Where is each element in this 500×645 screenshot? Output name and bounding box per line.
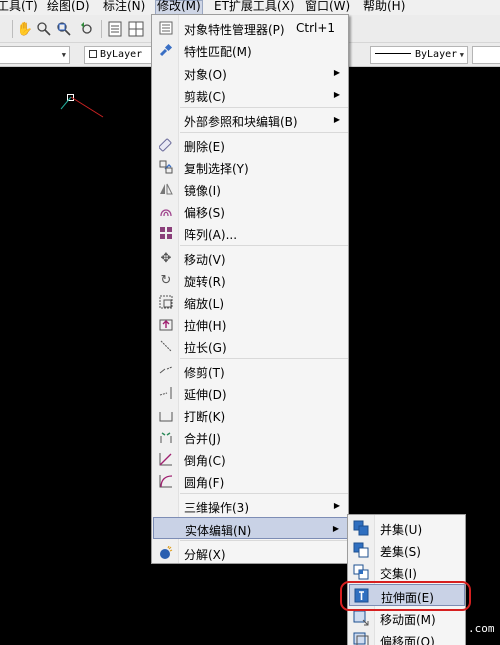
menu-separator	[180, 540, 348, 541]
menu-item-copy-selection[interactable]: 复制选择(Y)	[153, 156, 348, 178]
menu-separator	[180, 358, 348, 359]
solid-editing-submenu: 并集(U) 差集(S) 交集(I) 拉伸面(E) 移动面(M) 偏移面(O)	[347, 514, 466, 645]
menu-item-solid-editing[interactable]: 实体编辑(N) ▶	[153, 517, 348, 539]
intersect-icon	[353, 564, 369, 580]
properties-manager-icon	[158, 20, 174, 36]
menu-item-chamfer[interactable]: 倒角(C)	[153, 448, 348, 470]
watermark-text: .com	[468, 622, 495, 635]
brush-icon	[158, 42, 174, 58]
eraser-icon	[158, 137, 174, 153]
design-center-icon[interactable]	[127, 20, 145, 38]
rotate-icon: ↻	[160, 272, 172, 288]
properties-icon[interactable]	[106, 20, 124, 38]
color-value: ByLayer	[100, 49, 143, 60]
break-icon	[158, 407, 174, 423]
zoom-realtime-icon[interactable]	[35, 20, 53, 38]
fillet-icon	[158, 473, 174, 489]
move-icon: ✥	[160, 250, 172, 266]
menu-item-array[interactable]: 阵列(A)...	[153, 222, 348, 244]
menu-item-stretch[interactable]: 拉伸(H)	[153, 313, 348, 335]
lengthen-icon	[158, 338, 174, 354]
menu-item-erase[interactable]: 删除(E)	[153, 134, 348, 156]
chamfer-icon	[158, 451, 174, 467]
subtract-icon	[353, 542, 369, 558]
menu-item-join[interactable]: 合并(J)	[153, 426, 348, 448]
submenu-arrow-icon: ▶	[333, 501, 340, 510]
menu-item-move[interactable]: ✥ 移动(V)	[153, 247, 348, 269]
menu-item-lengthen[interactable]: 拉长(G)	[153, 335, 348, 357]
submenu-item-offset-faces[interactable]: 偏移面(O)	[349, 629, 465, 645]
menu-item-3d-operations[interactable]: 三维操作(3) ▶	[153, 495, 348, 517]
menu-help[interactable]: 帮助(H)	[362, 0, 406, 15]
ucs-axis-icon	[60, 96, 104, 118]
submenu-arrow-icon: ▶	[333, 115, 340, 124]
menu-separator	[180, 245, 348, 246]
layer-dropdown[interactable]: ▼	[0, 46, 70, 64]
menu-item-scale[interactable]: 缩放(L)	[153, 291, 348, 313]
menu-separator	[180, 132, 348, 133]
submenu-item-subtract[interactable]: 差集(S)	[349, 539, 465, 561]
menu-item-extend[interactable]: 延伸(D)	[153, 382, 348, 404]
scale-icon	[158, 294, 174, 310]
mirror-icon	[158, 181, 174, 197]
menu-separator	[180, 493, 348, 494]
linetype-value: ByLayer	[415, 49, 458, 60]
trim-icon	[158, 363, 174, 379]
pan-icon[interactable]: ✋	[16, 20, 34, 38]
color-swatch-icon	[89, 50, 97, 58]
modify-menu: 对象特性管理器(P) Ctrl+1 特性匹配(M) 对象(O) ▶ 剪裁(C) …	[151, 14, 349, 564]
menu-item-trim[interactable]: 修剪(T)	[153, 360, 348, 382]
menu-bar: 工具(T) 绘图(D) 标注(N) 修改(M) ET扩展工具(X) 窗口(W) …	[0, 0, 500, 15]
copy-icon	[158, 159, 174, 175]
zoom-previous-icon[interactable]	[78, 20, 96, 38]
menu-draw[interactable]: 绘图(D)	[46, 0, 91, 15]
stretch-icon	[158, 316, 174, 332]
menu-item-match-properties[interactable]: 特性匹配(M)	[153, 39, 348, 61]
menu-et-extension[interactable]: ET扩展工具(X)	[213, 0, 296, 15]
menu-tools[interactable]: 工具(T)	[0, 0, 39, 15]
submenu-arrow-icon: ▶	[333, 68, 340, 77]
menu-item-properties-manager[interactable]: 对象特性管理器(P) Ctrl+1	[153, 17, 348, 39]
menu-item-offset[interactable]: 偏移(S)	[153, 200, 348, 222]
lineweight-dropdown[interactable]	[472, 46, 500, 64]
menu-dimension[interactable]: 标注(N)	[102, 0, 146, 15]
submenu-item-intersect[interactable]: 交集(I)	[349, 561, 465, 583]
offset-icon	[158, 203, 174, 219]
linetype-dropdown[interactable]: ByLayer ▼	[370, 46, 468, 64]
submenu-arrow-icon: ▶	[332, 524, 339, 533]
menu-item-explode[interactable]: 分解(X)	[153, 542, 348, 564]
menu-item-rotate[interactable]: ↻ 旋转(R)	[153, 269, 348, 291]
join-icon	[158, 429, 174, 445]
zoom-window-icon[interactable]	[55, 20, 73, 38]
array-icon	[158, 225, 174, 241]
menu-window[interactable]: 窗口(W)	[304, 0, 351, 15]
annotation-highlight-ring	[340, 581, 471, 611]
menu-item-mirror[interactable]: 镜像(I)	[153, 178, 348, 200]
line-sample-icon	[375, 53, 411, 54]
submenu-item-union[interactable]: 并集(U)	[349, 517, 465, 539]
menu-item-break[interactable]: 打断(K)	[153, 404, 348, 426]
menu-item-clip[interactable]: 剪裁(C) ▶	[153, 84, 348, 106]
extend-icon	[158, 385, 174, 401]
union-icon	[353, 520, 369, 536]
menu-item-xref-block-edit[interactable]: 外部参照和块编辑(B) ▶	[153, 109, 348, 131]
color-dropdown[interactable]: ByLayer	[84, 46, 154, 64]
submenu-arrow-icon: ▶	[333, 90, 340, 99]
move-faces-icon	[353, 610, 369, 626]
explode-icon	[158, 545, 174, 561]
menu-separator	[180, 107, 348, 108]
menu-item-object[interactable]: 对象(O) ▶	[153, 62, 348, 84]
menu-modify[interactable]: 修改(M)	[155, 0, 203, 15]
menu-item-fillet[interactable]: 圆角(F)	[153, 470, 348, 492]
offset-faces-icon	[353, 632, 369, 645]
